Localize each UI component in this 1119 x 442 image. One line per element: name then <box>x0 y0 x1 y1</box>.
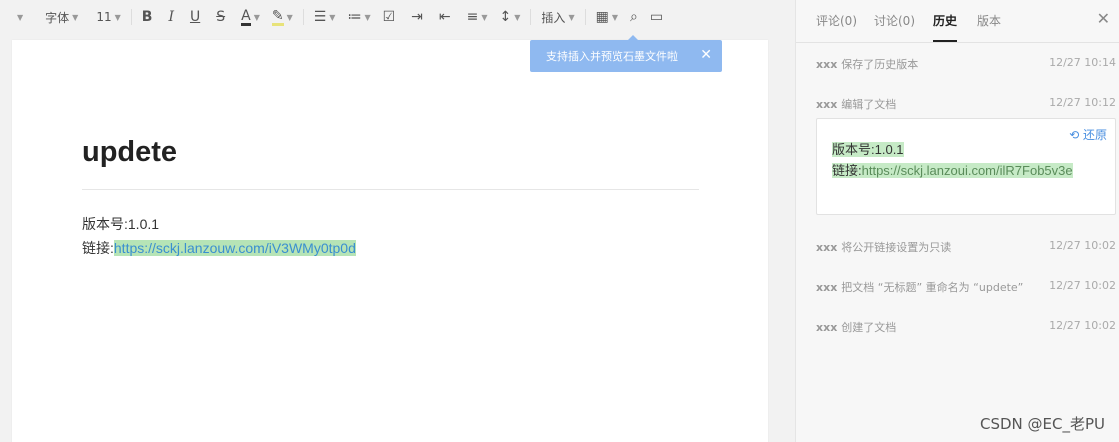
insert-menu-button[interactable]: 插入 ▼ <box>537 5 578 29</box>
active-tab-indicator <box>933 40 957 42</box>
history-item[interactable]: xxx 将公开链接设置为只读 12/27 10:02 <box>816 239 1116 255</box>
document-line-version[interactable]: 版本号:1.0.1 <box>82 214 159 234</box>
history-action: 创建了文档 <box>841 321 897 334</box>
font-size-select[interactable]: 11 ▼ <box>92 5 124 29</box>
grid-icon: ▦ <box>595 9 609 25</box>
strikethrough-button[interactable]: S <box>212 5 229 29</box>
strikethrough-icon: S <box>216 9 226 25</box>
diff-link-prefix: 链接: <box>832 163 862 178</box>
document-line-link[interactable]: 链接:https://sckj.lanzouw.com/iV3WMy0tp0d <box>82 238 356 258</box>
checklist-button[interactable]: ☑ <box>379 5 400 29</box>
link-prefix: 链接: <box>82 240 114 256</box>
tooltip-arrow <box>628 35 638 40</box>
history-time: 12/27 10:12 <box>1049 96 1116 109</box>
history-item[interactable]: xxx 编辑了文档 12/27 10:12 <box>816 96 1116 112</box>
comment-icon: ▭ <box>649 9 664 25</box>
underline-icon: U <box>189 9 201 25</box>
diff-version-value: 1.0.1 <box>874 142 904 157</box>
line-height-icon: ↕ <box>499 9 512 25</box>
history-user: xxx <box>816 241 838 254</box>
title-divider <box>82 189 699 190</box>
line-height-button[interactable]: ↕ ▼ <box>496 5 525 29</box>
document-page[interactable]: updete 版本号:1.0.1 链接:https://sckj.lanzouw… <box>12 40 768 442</box>
close-icon[interactable]: ✕ <box>1097 9 1110 28</box>
highlight-button[interactable]: ✎ ▼ <box>268 5 297 29</box>
history-action: 编辑了文档 <box>841 98 897 111</box>
diff-version-prefix: 版本号: <box>832 142 875 157</box>
history-action: 把文档 “无标题” 重命名为 “updete” <box>841 281 1024 294</box>
history-item[interactable]: xxx 保存了历史版本 12/27 10:14 <box>816 56 1116 72</box>
bullet-list-button[interactable]: ≔ ▼ <box>343 5 374 29</box>
history-time: 12/27 10:02 <box>1049 239 1116 252</box>
toolbar-divider <box>302 9 304 25</box>
bold-button[interactable]: B <box>138 5 157 29</box>
feature-tooltip: 支持插入并预览石墨文件啦 ✕ <box>530 35 722 72</box>
history-item[interactable]: xxx 把文档 “无标题” 重命名为 “updete” 12/27 10:02 <box>816 279 1116 295</box>
indent-icon: ⇥ <box>411 9 423 25</box>
italic-button[interactable]: I <box>164 5 178 29</box>
italic-icon: I <box>168 9 174 25</box>
toolbar-divider <box>584 9 586 25</box>
history-user: xxx <box>816 281 838 294</box>
ordered-list-button[interactable]: ☰ ▼ <box>310 5 340 29</box>
insert-label: 插入 <box>541 10 566 25</box>
document-title[interactable]: updete <box>82 136 177 169</box>
text-color-icon: A <box>241 7 251 26</box>
bold-icon: B <box>141 9 153 25</box>
align-icon: ≡ <box>466 9 479 25</box>
font-family-label: 字体 <box>45 10 70 25</box>
panel-tabs: 评论(0) 讨论(0) 历史 版本 ✕ <box>796 0 1119 43</box>
history-user: xxx <box>816 98 838 111</box>
history-time: 12/27 10:14 <box>1049 56 1116 69</box>
document-link[interactable]: https://sckj.lanzouw.com/iV3WMy0tp0d <box>113 240 356 256</box>
underline-button[interactable]: U <box>186 5 204 29</box>
history-action: 保存了历史版本 <box>841 58 919 71</box>
toolbar: ▼ 字体 ▼ 11 ▼ B I U S A ▼ ✎ ▼ ☰ ▼ ≔ ▼ ☑ ⇥ ⇤ ≡ ▼ ↕… <box>0 0 795 34</box>
history-time: 12/27 10:02 <box>1049 319 1116 332</box>
tooltip-text: 支持插入并预览石墨文件啦 <box>546 50 678 63</box>
outdent-icon: ⇤ <box>438 9 451 25</box>
checklist-icon: ☑ <box>382 9 396 25</box>
restore-button[interactable]: ⟲ 还原 <box>1069 126 1107 143</box>
bullet-list-icon: ≔ <box>347 9 362 25</box>
ordered-list-icon: ☰ <box>313 9 327 25</box>
font-family-select[interactable]: 字体 ▼ <box>41 5 82 29</box>
history-user: xxx <box>816 58 838 71</box>
tab-discussion[interactable]: 讨论(0) <box>874 12 915 29</box>
find-icon: ⌕ <box>629 9 638 25</box>
history-restore-icon: ⟲ <box>1069 128 1080 142</box>
history-item[interactable]: xxx 创建了文档 12/27 10:02 <box>816 319 1116 335</box>
undo-menu-button[interactable]: ▼ <box>10 5 27 29</box>
history-user: xxx <box>816 321 838 334</box>
restore-label: 还原 <box>1082 128 1107 142</box>
find-button[interactable]: ⌕ <box>626 5 642 29</box>
text-color-button[interactable]: A ▼ <box>237 5 264 29</box>
side-panel: 评论(0) 讨论(0) 历史 版本 ✕ xxx 保存了历史版本 12/27 10:… <box>795 0 1119 442</box>
outdent-button[interactable]: ⇤ <box>435 5 455 29</box>
highlighter-icon: ✎ <box>271 7 284 26</box>
history-action: 将公开链接设置为只读 <box>841 241 952 254</box>
diff-link: https://sckj.lanzoui.com/ilR7Fob5v3e <box>861 163 1073 178</box>
diff-line-version: 版本号:1.0.1 <box>832 139 904 158</box>
watermark: CSDN @EC_老PU <box>979 415 1105 433</box>
layout-button[interactable]: ▦ ▼ <box>592 5 622 29</box>
align-button[interactable]: ≡ ▼ <box>463 5 492 29</box>
comment-button[interactable]: ▭ <box>646 5 667 29</box>
tab-history[interactable]: 历史 <box>933 12 957 29</box>
tab-comments[interactable]: 评论(0) <box>816 12 857 29</box>
toolbar-divider <box>530 9 532 25</box>
editor-area: ▼ 字体 ▼ 11 ▼ B I U S A ▼ ✎ ▼ ☰ ▼ ≔ ▼ ☑ ⇥ ⇤ ≡ ▼ ↕… <box>0 0 795 442</box>
history-time: 12/27 10:02 <box>1049 279 1116 292</box>
history-diff-card: ⟲ 还原 版本号:1.0.1 链接:https://sckj.lanzoui.c… <box>816 118 1116 215</box>
diff-line-link: 链接:https://sckj.lanzoui.com/ilR7Fob5v3e <box>832 161 1112 181</box>
tooltip-close-icon[interactable]: ✕ <box>700 47 712 63</box>
tab-versions[interactable]: 版本 <box>977 12 1001 29</box>
font-size-label: 11 <box>96 10 112 24</box>
indent-button[interactable]: ⇥ <box>407 5 427 29</box>
toolbar-divider <box>130 9 132 25</box>
